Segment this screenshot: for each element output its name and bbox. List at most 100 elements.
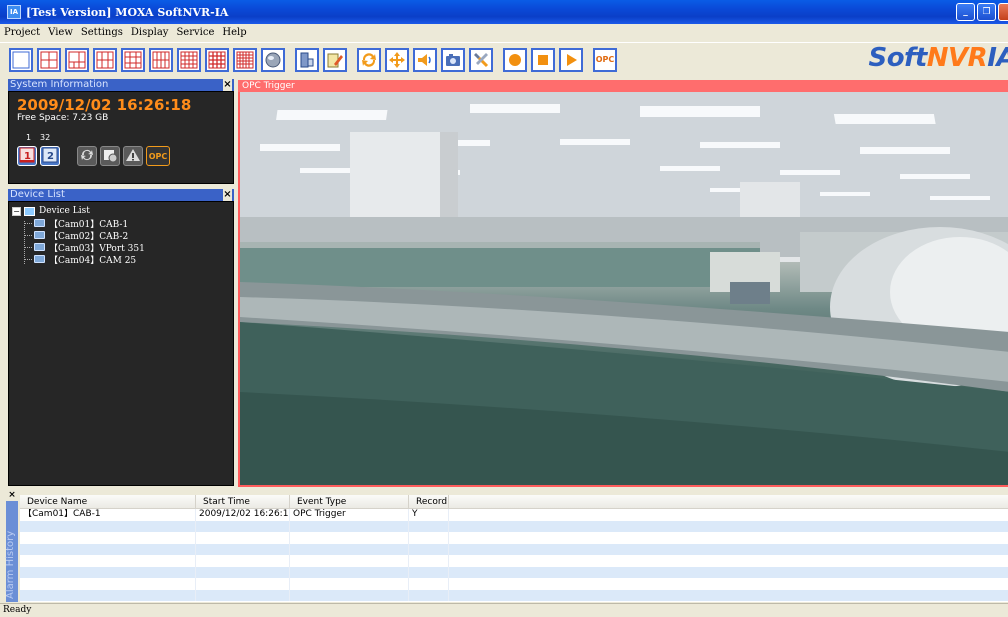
column-record[interactable]: Record: [409, 495, 449, 508]
menu-display[interactable]: Display: [131, 27, 169, 38]
app-icon: IA: [7, 5, 21, 19]
restore-button[interactable]: ❐: [977, 3, 996, 21]
column-device-name[interactable]: Device Name: [20, 495, 196, 508]
table-row[interactable]: [20, 543, 1008, 555]
system-datetime: 2009/12/02 16:26:18: [17, 96, 192, 114]
layout-4-icon: [40, 51, 58, 69]
audio-button[interactable]: [413, 47, 437, 72]
table-row[interactable]: [20, 520, 1008, 532]
sphere-button[interactable]: [261, 47, 285, 72]
tools-button[interactable]: [469, 47, 493, 72]
layout-8-icon: [96, 51, 114, 69]
device-item[interactable]: 【Cam03】VPort 351: [24, 241, 145, 254]
layout-25-button[interactable]: [233, 47, 257, 72]
cell-device-name: 【Cam01】CAB-1: [20, 509, 196, 521]
table-row[interactable]: [20, 566, 1008, 578]
system-information-header: System Information ×: [8, 79, 234, 91]
alarm-history-title: Alarm History: [5, 530, 16, 599]
system-information-panel: 2009/12/02 16:26:18 Free Space: 7.23 GB …: [8, 91, 234, 184]
opc-status-icon: OPC: [148, 151, 168, 161]
toolbar: OPC SoftNVRIA: [0, 42, 1008, 76]
layout-8-button[interactable]: [93, 47, 117, 72]
table-row[interactable]: [20, 555, 1008, 567]
play-icon: [562, 51, 580, 69]
layout-9-button[interactable]: [121, 47, 145, 72]
minimize-button[interactable]: _: [956, 3, 975, 21]
device-list-header: Device List ×: [8, 189, 234, 201]
layout-1-icon: [12, 51, 30, 69]
table-row[interactable]: 【Cam01】CAB-1 2009/12/02 16:26:10 OPC Tri…: [20, 509, 1008, 521]
table-row[interactable]: [20, 589, 1008, 601]
table-row[interactable]: [20, 578, 1008, 590]
system-information-title: System Information: [10, 79, 109, 90]
channel-2-button[interactable]: 2: [40, 146, 60, 166]
menu-service[interactable]: Service: [176, 27, 214, 38]
menu-help[interactable]: Help: [222, 27, 246, 38]
layout-16-button[interactable]: [205, 47, 229, 72]
layout-13-button[interactable]: [177, 47, 201, 72]
table-row[interactable]: [20, 532, 1008, 544]
warning-icon: [125, 147, 141, 166]
close-icon[interactable]: ×: [223, 79, 232, 91]
audio-icon: [416, 51, 434, 69]
status-bar: Ready: [0, 603, 1008, 617]
close-icon[interactable]: ×: [6, 491, 18, 501]
close-button[interactable]: [998, 3, 1008, 21]
schedule-button[interactable]: [100, 146, 120, 166]
record-button[interactable]: [503, 47, 527, 72]
tree-root-label: Device List: [39, 206, 90, 216]
refresh-icon: [360, 51, 378, 69]
opc-button[interactable]: OPC: [593, 47, 617, 72]
video-title: OPC Trigger: [242, 81, 295, 91]
column-start-time[interactable]: Start Time: [196, 495, 290, 508]
window-title: [Test Version] MOXA SoftNVR-IA: [26, 5, 229, 19]
opc-status-button[interactable]: OPC: [146, 146, 170, 166]
device-label: 【Cam04】CAM 25: [49, 255, 137, 266]
play-button[interactable]: [559, 47, 583, 72]
sync-button[interactable]: [77, 146, 97, 166]
close-icon[interactable]: ×: [223, 189, 232, 201]
layout-13-icon: [180, 51, 198, 69]
layout-25-icon: [236, 51, 254, 69]
menu-project[interactable]: Project: [4, 27, 40, 38]
warning-button[interactable]: [123, 146, 143, 166]
channel-1-icon: 1: [19, 147, 35, 166]
layout-4-button[interactable]: [37, 47, 61, 72]
move-button[interactable]: [385, 47, 409, 72]
free-space: Free Space: 7.23 GB: [17, 113, 109, 123]
device-item[interactable]: 【Cam04】CAM 25: [24, 253, 145, 266]
snapshot-button[interactable]: [441, 47, 465, 72]
menu-view[interactable]: View: [48, 27, 73, 38]
camera-icon: [34, 219, 45, 227]
camera-icon: [34, 231, 45, 239]
column-filler: [449, 495, 1008, 508]
layout-9-icon: [124, 51, 142, 69]
video-viewport[interactable]: [238, 92, 1008, 487]
computer-icon: [24, 206, 35, 216]
menu-settings[interactable]: Settings: [81, 27, 123, 38]
layout-6-button[interactable]: [65, 47, 89, 72]
collapse-icon[interactable]: −: [12, 206, 21, 216]
device-button[interactable]: [295, 47, 319, 72]
refresh-button[interactable]: [357, 47, 381, 72]
layout-10-icon: [152, 51, 170, 69]
layout-1-button[interactable]: [9, 47, 33, 72]
device-list-panel: − Device List 【Cam01】CAB-1 【Cam02】CAB-2 …: [8, 201, 234, 486]
snapshot-icon: [444, 51, 462, 69]
layout-10-button[interactable]: [149, 47, 173, 72]
title-bar[interactable]: IA [Test Version] MOXA SoftNVR-IA _ ❐: [0, 0, 1008, 24]
channel-start-label: 1: [26, 133, 32, 142]
sphere-icon: [264, 51, 282, 69]
status-text: Ready: [3, 605, 32, 615]
app-window: IA [Test Version] MOXA SoftNVR-IA _ ❐ Pr…: [0, 0, 1008, 617]
column-event-type[interactable]: Event Type: [290, 495, 409, 508]
tree-root[interactable]: − Device List: [12, 205, 145, 217]
device-item[interactable]: 【Cam01】CAB-1: [24, 217, 145, 230]
opc-icon: OPC: [595, 55, 615, 64]
device-icon: [298, 51, 316, 69]
stop-button[interactable]: [531, 47, 555, 72]
channel-1-button[interactable]: 1: [17, 146, 37, 166]
channel-2-icon: 2: [42, 147, 58, 166]
device-item[interactable]: 【Cam02】CAB-2: [24, 229, 145, 242]
edit-button[interactable]: [323, 47, 347, 72]
